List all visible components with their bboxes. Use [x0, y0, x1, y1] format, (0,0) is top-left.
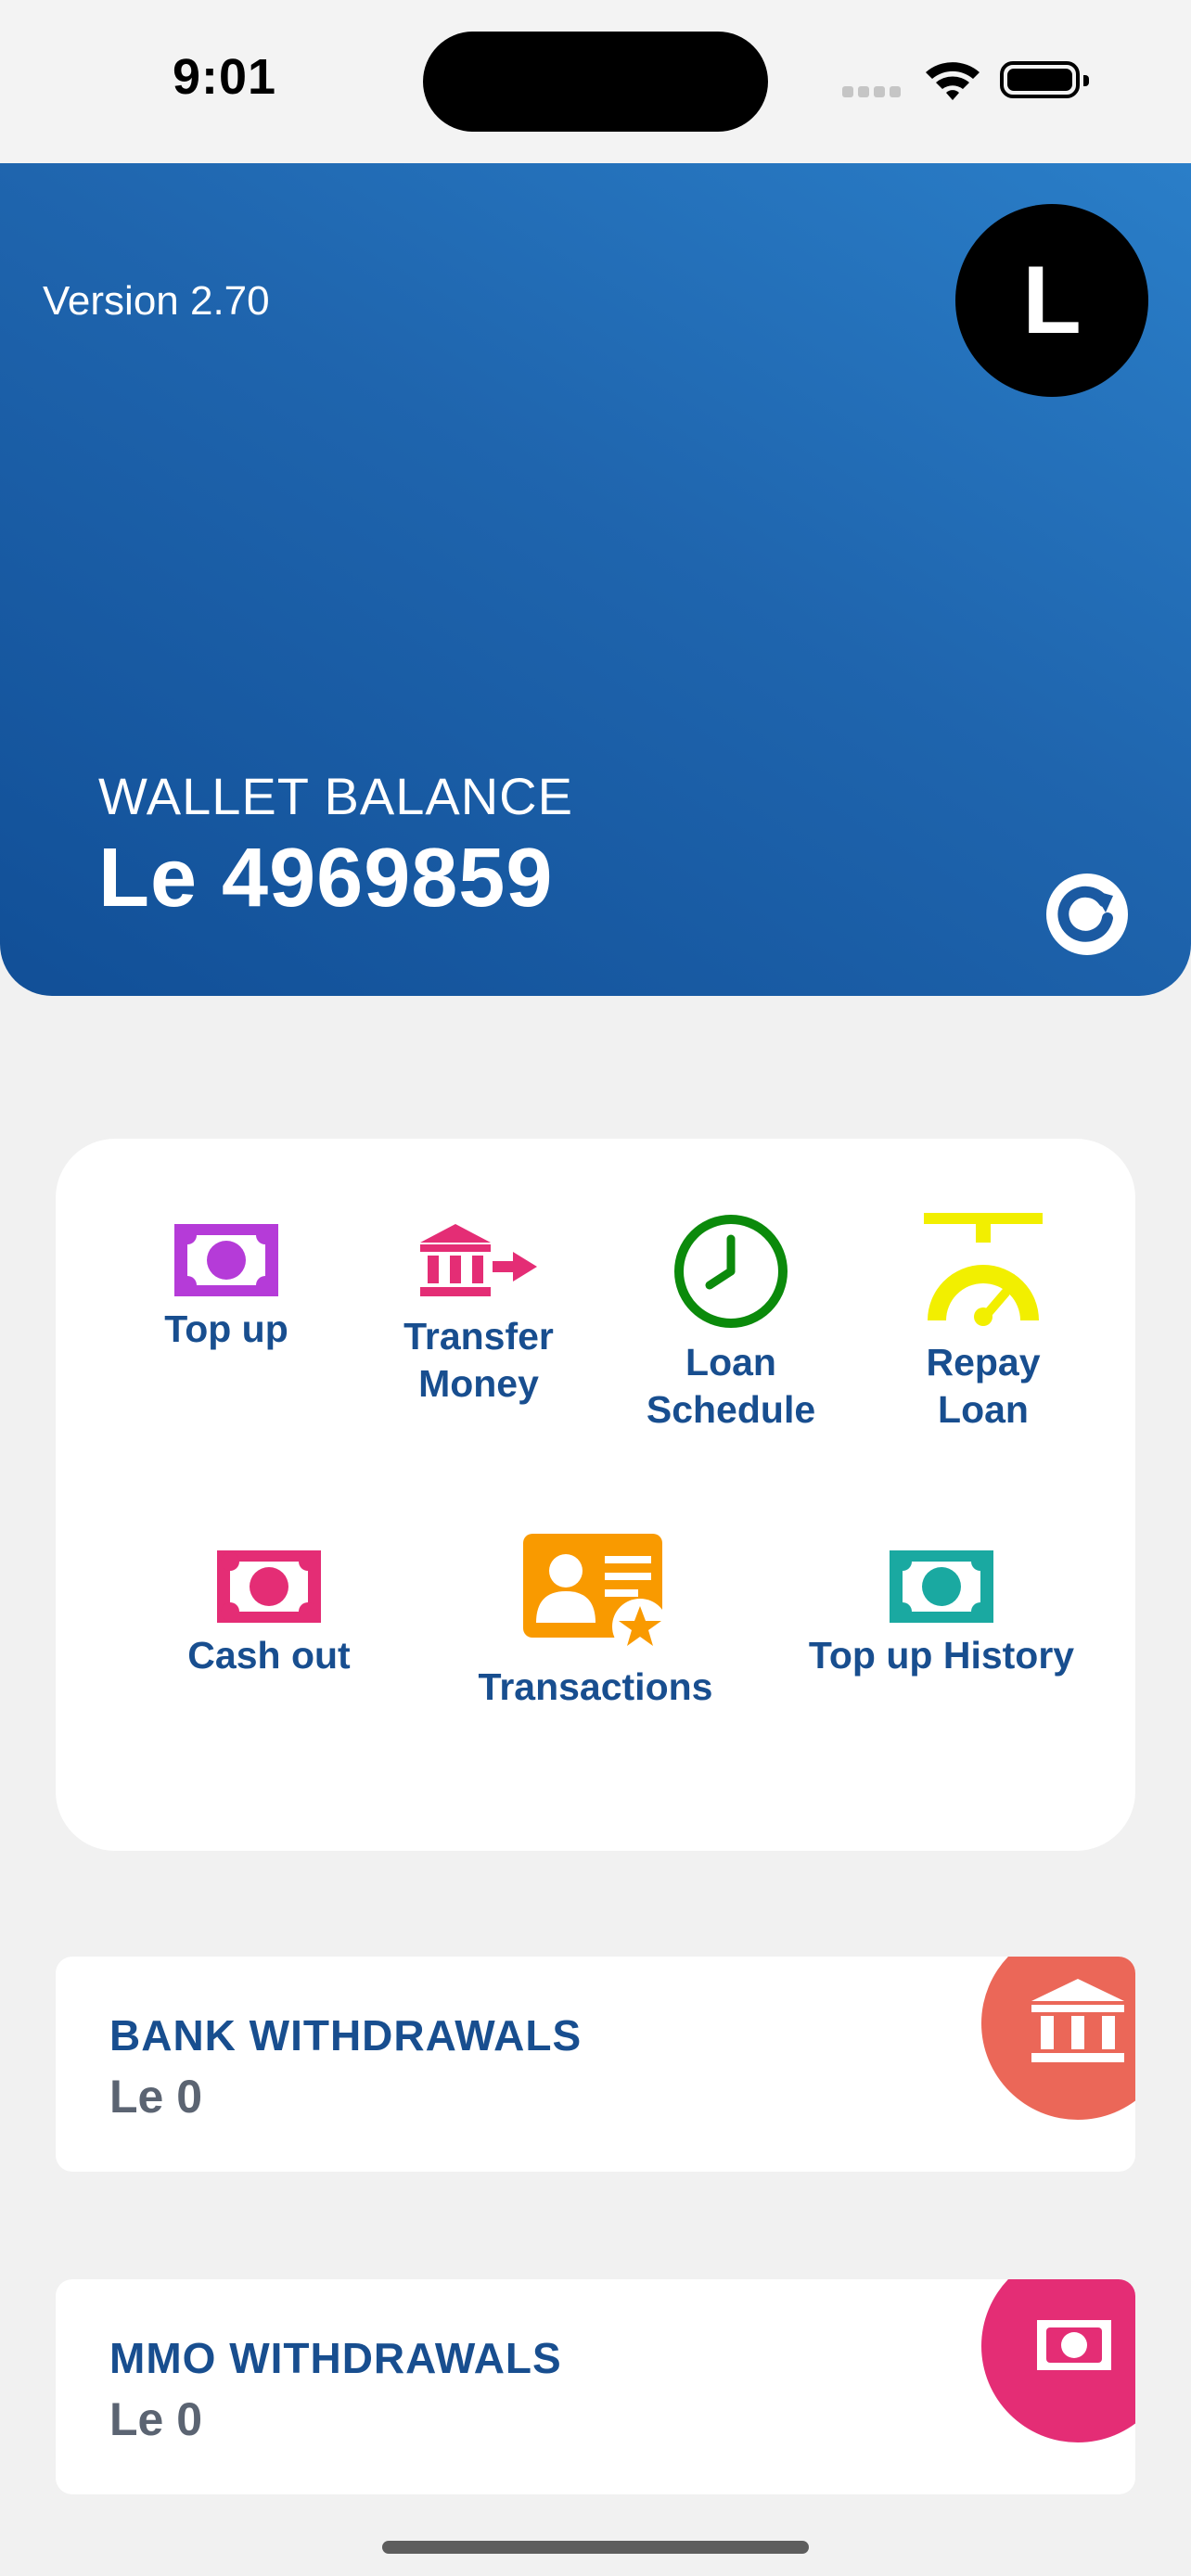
- bank-transfer-icon: [420, 1224, 537, 1296]
- money-icon: [174, 1224, 278, 1296]
- action-top-up-history[interactable]: Top up History: [779, 1550, 1104, 1679]
- action-label: Transactions: [478, 1665, 713, 1708]
- action-label: Top up: [164, 1307, 288, 1350]
- card-amount: Le 0: [109, 2393, 203, 2445]
- action-label: Repay Loan: [926, 1341, 1041, 1432]
- money-icon: [890, 1550, 993, 1623]
- card-amount: Le 0: [109, 2071, 203, 2123]
- dynamic-island: [423, 32, 768, 132]
- card-badge: [981, 1957, 1135, 2120]
- action-loan-schedule[interactable]: Loan Schedule: [638, 1213, 824, 1435]
- refresh-icon: [1057, 886, 1113, 942]
- cellular-signal-icon: [842, 85, 905, 102]
- wallet-header: Version 2.70 L WALLET BALANCE Le 4969859: [0, 163, 1191, 996]
- action-label: Top up History: [808, 1634, 1075, 1677]
- wallet-balance-label: WALLET BALANCE: [98, 767, 573, 825]
- contact-card-icon: [523, 1534, 668, 1654]
- action-cash-out[interactable]: Cash out: [158, 1550, 380, 1679]
- clock-icon: [674, 1215, 788, 1328]
- card-title: BANK WITHDRAWALS: [109, 2011, 583, 2060]
- app-version: Version 2.70: [43, 278, 270, 324]
- status-time: 9:01: [173, 49, 277, 105]
- gauge-icon: [924, 1213, 1043, 1326]
- battery-icon: [1000, 61, 1089, 98]
- money-icon: [1037, 2320, 1111, 2370]
- action-top-up[interactable]: Top up: [134, 1224, 319, 1353]
- action-repay-loan[interactable]: Repay Loan: [890, 1213, 1076, 1435]
- quick-actions-panel: Top up Transfer Money Loan Schedule Repa…: [56, 1139, 1135, 1851]
- action-label: Transfer Money: [403, 1315, 554, 1406]
- action-label: Cash out: [187, 1634, 351, 1677]
- action-label: Loan Schedule: [646, 1341, 816, 1432]
- card-title: MMO WITHDRAWALS: [109, 2334, 562, 2382]
- wallet-balance-value: Le 4969859: [98, 832, 554, 925]
- wifi-icon: [926, 62, 980, 100]
- home-indicator[interactable]: [382, 2541, 809, 2554]
- card-badge: [981, 2279, 1135, 2442]
- action-transactions[interactable]: Transactions: [456, 1534, 735, 1711]
- bank-withdrawals-card[interactable]: BANK WITHDRAWALS Le 0: [56, 1957, 1135, 2172]
- action-transfer-money[interactable]: Transfer Money: [386, 1224, 571, 1409]
- status-bar: 9:01: [0, 0, 1191, 163]
- mmo-withdrawals-card[interactable]: MMO WITHDRAWALS Le 0: [56, 2279, 1135, 2494]
- refresh-button[interactable]: [1046, 874, 1128, 955]
- bank-icon: [1031, 1979, 1124, 2062]
- avatar[interactable]: L: [955, 204, 1148, 397]
- money-icon: [217, 1550, 321, 1623]
